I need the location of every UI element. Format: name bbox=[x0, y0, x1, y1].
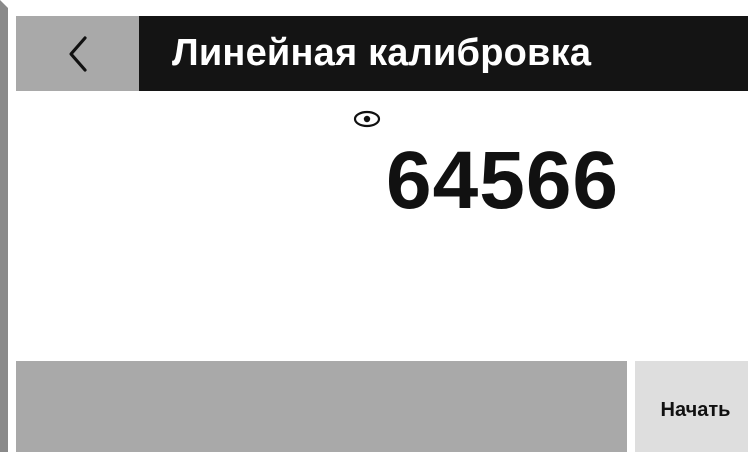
bottom-bar bbox=[16, 361, 627, 452]
header: Линейная калибровка bbox=[16, 16, 748, 91]
measurement-value: 64566 bbox=[386, 135, 620, 226]
page-title: Линейная калибровка bbox=[172, 32, 592, 74]
start-button-label: Начать bbox=[660, 399, 731, 421]
screen: Линейная калибровка 64566 Начать bbox=[0, 0, 748, 452]
title-bar: Линейная калибровка bbox=[139, 16, 748, 91]
chevron-left-icon bbox=[68, 35, 87, 72]
back-button[interactable] bbox=[16, 16, 139, 91]
start-button[interactable]: Начать bbox=[635, 361, 748, 452]
eye-icon bbox=[353, 110, 381, 128]
